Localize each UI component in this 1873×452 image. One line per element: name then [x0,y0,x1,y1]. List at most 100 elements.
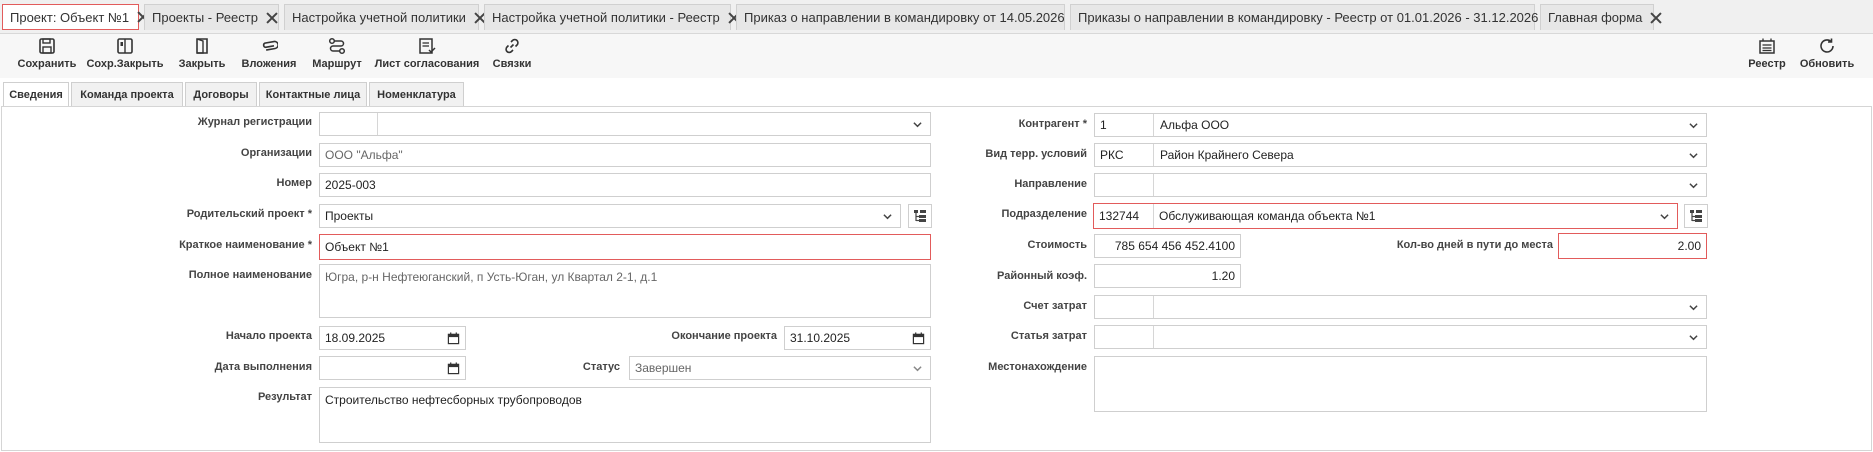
cost-item-label: Статья затрат [1010,330,1087,342]
start-date-input[interactable]: 18.09.2025 [319,326,466,350]
calendar-icon[interactable] [447,332,460,345]
tab-contact-persons[interactable]: Контактные лица [259,82,367,106]
cost-account-label: Счет затрат [1023,300,1087,312]
chevron-down-icon[interactable] [1689,333,1698,342]
tree-select-button[interactable] [1684,204,1708,228]
close-icon[interactable] [1650,12,1662,24]
counterparty-select[interactable]: 1 Альфа ООО [1094,113,1707,137]
district-coef-label: Районный коэф. [997,270,1087,282]
chevron-down-icon[interactable] [1660,212,1669,221]
counterparty-value: Альфа ООО [1160,118,1230,132]
territory-label: Вид терр. условий [985,148,1087,160]
window-tab-project[interactable]: Проект: Объект №1 [2,4,139,30]
cost-account-select[interactable] [1094,295,1707,319]
window-tab-accounting-policy[interactable]: Настройка учетной политики [284,4,479,30]
window-tab-label: Настройка учетной политики - Реестр [492,10,720,25]
chevron-down-icon[interactable] [1689,151,1698,160]
counterparty-code: 1 [1100,118,1107,132]
cost-item-select[interactable] [1094,325,1707,349]
link-icon [505,38,519,54]
content-tabs: Сведения Команда проекта Договоры Контак… [0,80,1873,106]
code-separator [1153,144,1154,166]
parent-project-label: Родительский проект * [186,208,312,220]
number-label: Номер [276,177,313,189]
registry-button[interactable]: Реестр [1745,36,1789,76]
route-button[interactable]: Маршрут [311,36,363,76]
window-tab-business-trip-order[interactable]: Приказ о направлении в командировку от 1… [736,4,1065,30]
cost-input[interactable]: 785 654 456 452.4100 [1094,234,1241,258]
window-tab-label: Проекты - Реестр [152,10,258,25]
short-name-value: Объект №1 [325,240,389,254]
save-label: Сохранить [17,58,77,70]
close-button[interactable]: Закрыть [178,36,226,76]
territory-value: Район Крайнего Севера [1160,148,1294,162]
organization-field: ООО "Альфа" [319,143,931,167]
organization-value: ООО "Альфа" [325,148,403,162]
tab-nomenclature[interactable]: Номенклатура [369,82,464,106]
chevron-down-icon[interactable] [1689,121,1698,130]
result-value: Строительство нефтесборных трубопроводов [325,393,582,407]
window-tab-main-form[interactable]: Главная форма [1540,4,1654,30]
calendar-icon[interactable] [447,362,460,375]
tab-contracts[interactable]: Договоры [185,82,257,106]
save-button[interactable]: Сохранить [18,36,76,76]
refresh-button[interactable]: Обновить [1800,36,1854,76]
short-name-input[interactable]: Объект №1 [319,234,931,260]
paperclip-icon [262,40,278,51]
result-label: Результат [257,391,312,403]
completion-date-input[interactable] [319,356,466,380]
refresh-label: Обновить [1799,58,1855,70]
completion-date-label: Дата выполнения [214,361,312,373]
travel-days-input[interactable]: 2.00 [1558,233,1707,259]
end-date-value: 31.10.2025 [790,331,851,345]
parent-project-select[interactable]: Проекты [319,204,901,228]
chevron-down-icon[interactable] [1689,181,1698,190]
window-tab-label: Главная форма [1548,10,1643,25]
chevron-down-icon[interactable] [1689,303,1698,312]
door-icon [196,38,208,54]
route-label: Маршрут [312,58,362,70]
code-separator [1153,204,1154,228]
attachments-button[interactable]: Вложения [240,36,298,76]
chevron-down-icon[interactable] [883,212,892,221]
approval-sheet-button[interactable]: Лист согласования [375,36,479,76]
parent-project-value: Проекты [325,209,374,223]
registry-icon [1759,38,1775,54]
department-label: Подразделение [1001,208,1088,220]
district-coef-input[interactable]: 1.20 [1094,264,1241,288]
short-name-label: Краткое наименование * [179,239,312,251]
territory-select[interactable]: РКС Район Крайнего Севера [1094,143,1707,167]
save-close-label: Сохр.Закрыть [86,58,164,70]
window-tab-label: Проект: Объект №1 [10,9,130,25]
journal-label: Журнал регистрации [197,116,312,128]
number-input[interactable]: 2025-003 [319,173,931,197]
refresh-icon [1820,38,1834,53]
start-date-value: 18.09.2025 [325,331,386,345]
code-separator [1153,174,1154,196]
travel-days-label: Кол-во дней в пути до места [1396,239,1553,251]
full-name-textarea[interactable]: Югра, р-н Нефтеюганский, п Усть-Юган, ул… [319,264,931,318]
status-select[interactable]: Завершен [629,356,931,380]
window-tab-projects-registry[interactable]: Проекты - Реестр [144,4,279,30]
window-tab-business-trip-orders-registry[interactable]: Приказы о направлении в командировку - Р… [1070,4,1539,30]
full-name-label: Полное наименование [188,269,312,281]
location-textarea[interactable] [1094,356,1707,412]
direction-select[interactable] [1094,173,1707,197]
counterparty-label: Контрагент * [1018,118,1087,130]
tab-project-team[interactable]: Команда проекта [71,82,183,106]
window-tab-accounting-policy-registry[interactable]: Настройка учетной политики - Реестр [484,4,731,30]
window-tab-label: Приказы о направлении в командировку - Р… [1078,10,1539,25]
registry-label: Реестр [1748,58,1786,70]
toolbar: Сохранить Сохр.Закрыть Закрыть Вложения … [0,34,1873,78]
close-icon[interactable] [266,12,278,24]
save-close-icon [117,38,133,54]
links-button[interactable]: Связки [491,36,533,76]
journal-select[interactable] [319,112,931,136]
status-label: Статус [582,361,620,373]
links-label: Связки [492,58,532,70]
save-icon [39,38,55,54]
department-select[interactable]: 132744 Обслуживающая команда объекта №1 [1093,203,1678,229]
save-close-button[interactable]: Сохр.Закрыть [86,36,164,76]
result-textarea[interactable]: Строительство нефтесборных трубопроводов [319,387,931,443]
tab-details[interactable]: Сведения [3,82,69,106]
